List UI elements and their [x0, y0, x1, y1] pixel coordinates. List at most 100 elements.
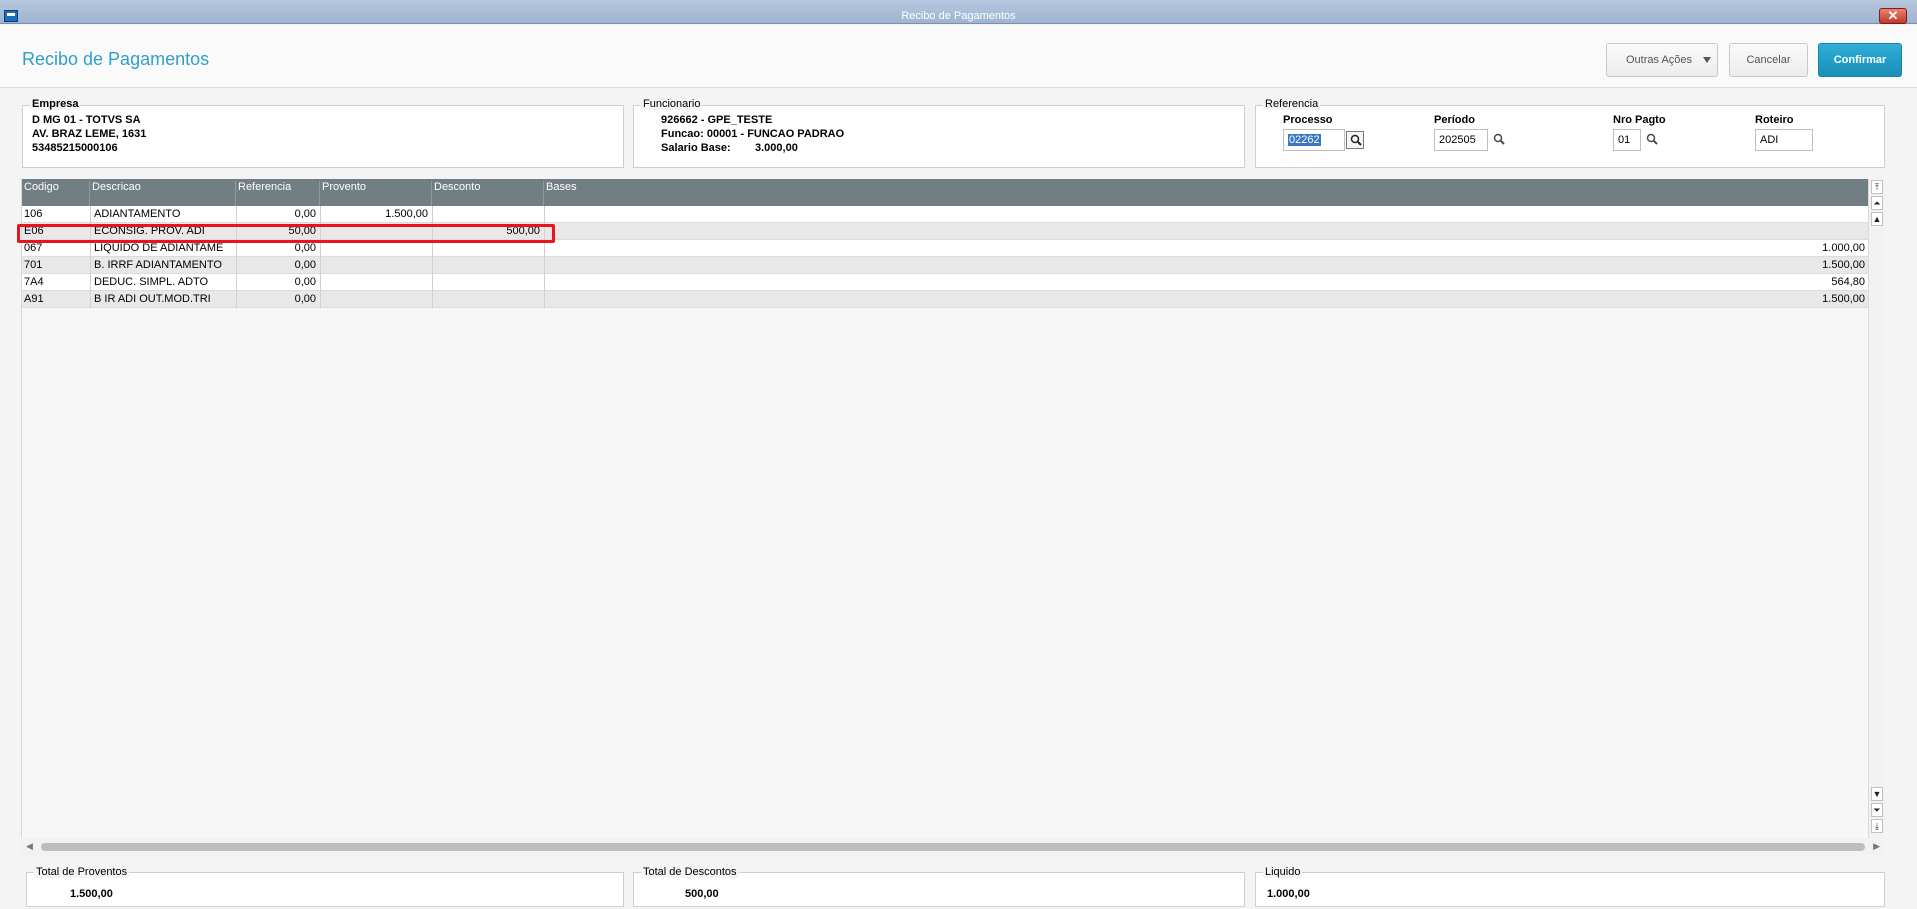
nro-pagto-search-icon[interactable]: [1643, 131, 1661, 149]
scroll-page-down-icon[interactable]: ⏷: [1871, 803, 1883, 817]
scroll-left-icon[interactable]: ◀: [26, 841, 33, 852]
column-provento[interactable]: Provento: [320, 181, 432, 206]
column-divider: [90, 206, 91, 223]
window-titlebar: Recibo de Pagamentos ✕: [0, 0, 1917, 24]
column-divider: [320, 291, 321, 308]
referencia-label: Referencia: [1263, 98, 1321, 110]
cell-provento: [322, 276, 428, 291]
processo-input[interactable]: 02262: [1283, 129, 1345, 151]
column-divider: [544, 274, 545, 291]
cell-bases: 1.000,00: [1822, 242, 1865, 254]
column-divider: [544, 291, 545, 308]
column-desconto[interactable]: Desconto: [432, 181, 544, 206]
periodo-input[interactable]: 202505: [1434, 129, 1488, 151]
cell-referencia: 0,00: [294, 276, 316, 288]
cell-bases: 564,80: [1831, 276, 1865, 288]
verbas-grid: Codigo Descricao Referencia Provento Des…: [21, 179, 1869, 838]
cell-desconto: [434, 293, 540, 308]
cell-desconto: [434, 276, 540, 291]
column-divider: [544, 257, 545, 274]
processo-label: Processo: [1283, 114, 1333, 126]
cell-codigo: 701: [24, 259, 43, 271]
outras-acoes-label: Outras Ações: [1626, 54, 1693, 66]
cell-provento: [322, 259, 428, 274]
scroll-right-icon[interactable]: ▶: [1873, 841, 1880, 852]
grid-header: Codigo Descricao Referencia Provento Des…: [22, 179, 1869, 206]
cancel-button[interactable]: Cancelar: [1729, 43, 1808, 77]
scroll-down-icon[interactable]: ▼: [1871, 787, 1883, 801]
table-row[interactable]: A91 B IR ADI OUT.MOD.TRI 0,00 1.500,00: [22, 291, 1869, 308]
empresa-name: D MG 01 - TOTVS SA: [32, 114, 141, 126]
cell-bases: 1.500,00: [1822, 259, 1865, 271]
window-title: Recibo de Pagamentos: [901, 10, 1016, 22]
grid-vertical-scrollbar[interactable]: ⤒ ⏶ ▲ ▼ ⏷ ⤓: [1868, 179, 1884, 838]
page-header: Recibo de Pagamentos Outras Ações Cancel…: [0, 25, 1917, 88]
window-close-button[interactable]: ✕: [1879, 8, 1907, 24]
cell-codigo: A91: [24, 293, 44, 305]
salario-base-value: 3.000,00: [755, 142, 798, 154]
cell-referencia: 0,00: [294, 259, 316, 271]
funcionario-name: 926662 - GPE_TESTE: [661, 114, 773, 126]
chevron-down-icon: [1703, 57, 1711, 63]
nro-pagto-input[interactable]: 01: [1613, 129, 1641, 151]
column-divider: [236, 206, 237, 223]
cell-bases: 1.500,00: [1822, 293, 1865, 305]
column-divider: [90, 274, 91, 291]
page-title: Recibo de Pagamentos: [22, 49, 210, 69]
scroll-page-up-icon[interactable]: ⏶: [1871, 196, 1883, 210]
cell-referencia: 0,00: [294, 208, 316, 220]
periodo-search-icon[interactable]: [1490, 131, 1508, 149]
cell-provento: [322, 242, 428, 257]
grid-horizontal-scrollbar[interactable]: ◀ ▶: [21, 838, 1884, 855]
funcionario-label: Funcionario: [641, 98, 703, 110]
column-referencia[interactable]: Referencia: [236, 181, 320, 206]
processo-search-icon[interactable]: [1346, 131, 1364, 149]
cell-desconto: [434, 259, 540, 274]
roteiro-input[interactable]: ADI: [1755, 129, 1813, 151]
outras-acoes-button[interactable]: Outras Ações: [1606, 43, 1718, 77]
scroll-top-icon[interactable]: ⤒: [1871, 180, 1883, 194]
empresa-label: Empresa: [30, 98, 81, 110]
column-divider: [236, 291, 237, 308]
column-divider: [320, 257, 321, 274]
column-codigo[interactable]: Codigo: [22, 181, 90, 206]
table-row[interactable]: 7A4 DEDUC. SIMPL. ADTO 0,00 564,80: [22, 274, 1869, 291]
empresa-address: AV. BRAZ LEME, 1631: [32, 128, 147, 140]
funcionario-funcao: Funcao: 00001 - FUNCAO PADRAO: [661, 128, 845, 140]
horizontal-scroll-thumb[interactable]: [41, 843, 1865, 851]
column-divider: [432, 206, 433, 223]
cell-desconto: [434, 242, 540, 257]
cell-provento: [322, 293, 428, 308]
liquido-label: Liquido: [1263, 866, 1303, 878]
cell-descricao: DEDUC. SIMPL. ADTO: [94, 276, 209, 288]
roteiro-label: Roteiro: [1755, 114, 1794, 126]
cell-descricao: B. IRRF ADIANTAMENTO: [94, 259, 222, 271]
cell-descricao: B IR ADI OUT.MOD.TRI: [94, 293, 211, 305]
total-descontos-label: Total de Descontos: [641, 866, 739, 878]
cell-bases: [546, 208, 1865, 223]
total-descontos-value: 500,00: [685, 888, 719, 900]
column-divider: [432, 257, 433, 274]
scroll-up-icon[interactable]: ▲: [1871, 212, 1883, 226]
cell-codigo: 067: [24, 242, 43, 254]
cell-descricao: LIQUIDO DE ADIANTAME: [94, 242, 224, 254]
cell-desconto: [434, 208, 540, 223]
column-descricao[interactable]: Descricao: [90, 181, 236, 206]
total-proventos-label: Total de Proventos: [34, 866, 130, 878]
cell-referencia: 0,00: [294, 242, 316, 254]
liquido-panel: [1255, 872, 1885, 907]
column-divider: [320, 206, 321, 223]
column-divider: [432, 291, 433, 308]
total-proventos-value: 1.500,00: [70, 888, 113, 900]
cell-provento: 1.500,00: [385, 208, 428, 220]
table-row[interactable]: 701 B. IRRF ADIANTAMENTO 0,00 1.500,00: [22, 257, 1869, 274]
periodo-label: Período: [1434, 114, 1475, 126]
table-row[interactable]: 106 ADIANTAMENTO 0,00 1.500,00: [22, 206, 1869, 223]
empresa-cnpj: 53485215000106: [32, 142, 118, 154]
confirm-button[interactable]: Confirmar: [1818, 43, 1902, 77]
scroll-bottom-icon[interactable]: ⤓: [1871, 819, 1883, 833]
nro-pagto-label: Nro Pagto: [1613, 114, 1666, 126]
liquido-value: 1.000,00: [1267, 888, 1310, 900]
column-bases[interactable]: Bases: [544, 181, 1869, 206]
column-divider: [544, 206, 545, 223]
